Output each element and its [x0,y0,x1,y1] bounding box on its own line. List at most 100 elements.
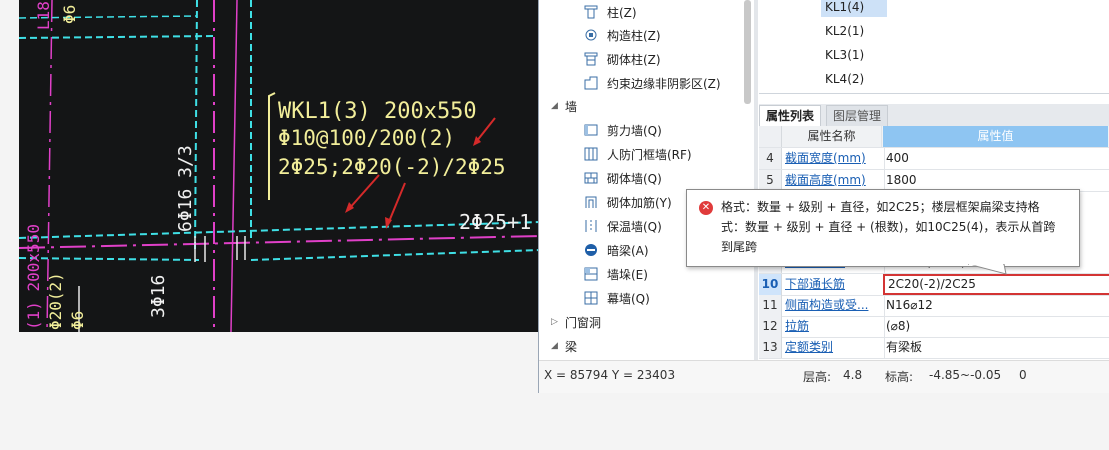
tooltip-line: 式：数量 + 级别 + 直径 + (根数)，如10C25(4)，表示从首跨 [721,220,1056,234]
panel-splitter[interactable] [754,0,758,360]
tooltip-text: 格式：数量 + 级别 + 直径，如2C25；楼层框架扁梁支持格 式：数量 + 级… [721,197,1071,257]
component-item-kl2[interactable]: KL2(1) [821,21,868,41]
bottom-rebar-input[interactable]: 2C20(-2)/2C25 [883,274,1109,295]
tree-item-label: 约束边缘非阴影区(Z) [607,76,721,91]
tree-group-door-window[interactable]: ▷ 门窗洞 [551,310,601,334]
tree-item-shear-wall[interactable]: 剪力墙(Q) [583,118,662,142]
collapse-arrow-icon[interactable]: ◢ [551,101,565,111]
property-name[interactable]: 定额类别 [782,337,885,358]
tree-group-wall[interactable]: ◢ 墙 [551,94,577,118]
side-bottom-label-2: Φ20(2) [46,272,65,330]
masonry-rebar-icon [583,194,599,210]
property-tabs: 属性列表 图层管理 [759,104,1109,127]
component-item-kl4[interactable]: KL4(2) [821,69,868,89]
table-row-selected[interactable]: 10 下部通长筋 2C20(-2)/2C25 [759,274,1109,296]
property-value[interactable]: (⌀8) [883,316,1109,337]
floor-height-value: 4.8 [843,368,863,382]
property-value[interactable]: 有梁板 [883,337,1109,358]
grid-header-name: 属性名称 [782,126,882,147]
tree-item-masonry-wall[interactable]: 砌体墙(Q) [583,166,662,190]
tree-item-wall-pier[interactable]: 墙垛(E) [583,262,648,286]
tree-item-label: 柱(Z) [607,5,637,20]
tab-properties[interactable]: 属性列表 [759,105,822,126]
tree-item-label: 砌体柱(Z) [607,52,661,67]
tree-item-column[interactable]: 柱(Z) [583,0,637,24]
hidden-beam-icon [583,242,599,258]
tree-item-hidden-beam[interactable]: 暗梁(A) [583,238,649,262]
elevation-value: -4.85~-0.05 [929,368,1002,382]
coordinate-readout: X = 85794 Y = 23403 [544,368,676,382]
tree-item-label: 剪力墙(Q) [607,123,662,138]
masonry-wall-icon [583,170,599,186]
tab-layers[interactable]: 图层管理 [826,105,889,126]
left-rebar-label: 6Φ16 3/3 [175,145,196,232]
tree-item-label: 构造柱(Z) [607,28,661,43]
tooltip-line: 格式：数量 + 级别 + 直径，如2C25；楼层框架扁梁支持格 [721,200,1040,214]
tree-item-label: 人防门框墙(RF) [607,147,692,162]
property-value[interactable]: 400 [883,148,1109,169]
curtain-wall-icon [583,290,599,306]
tree-item-label: 砌体加筋(Y) [607,195,672,210]
tree-item-masonry-column[interactable]: 砌体柱(Z) [583,47,661,71]
property-value[interactable]: N16⌀12 [883,295,1109,316]
beam-title-text: WKL1(3) 200x550 [278,99,477,124]
expand-arrow-icon[interactable]: ▷ [551,317,565,327]
component-list: KL1(4) KL2(1) KL3(1) KL4(2) [759,0,1109,94]
civil-defense-wall-icon [583,146,599,162]
status-extra-value: 0 [1019,368,1027,382]
error-icon: ✕ [699,201,713,215]
table-row[interactable]: 11 侧面构造或受... N16⌀12 [759,295,1109,317]
grid-header-num [759,126,782,147]
tree-item-label: 保温墙(Q) [607,219,662,234]
component-item-kl1[interactable]: KL1(4) [821,0,887,17]
format-error-tooltip: ✕ 格式：数量 + 级别 + 直径，如2C25；楼层框架扁梁支持格 式：数量 +… [686,189,1080,267]
row-number: 13 [759,337,782,358]
cad-drawing-photo: WKL1(3) 200x550 Φ10@100/200(2) 2Φ25;2Φ20… [19,0,540,332]
table-row[interactable]: 4 截面宽度(mm) 400 [759,148,1109,170]
insulation-wall-icon [583,218,599,234]
shear-wall-icon [583,122,599,138]
table-row[interactable]: 12 拉筋 (⌀8) [759,316,1109,338]
status-bar: X = 85794 Y = 23403 层高: 4.8 标高: -4.85~-0… [539,360,1109,393]
tree-item-construct-column[interactable]: 构造柱(Z) [583,23,661,47]
column-icon [583,4,599,20]
row-number: 11 [759,295,782,316]
floor-height-label: 层高: [803,370,832,384]
table-row[interactable]: 13 定额类别 有梁板 [759,337,1109,359]
construct-column-icon [583,27,599,43]
tree-item-label: 墙垛(E) [607,267,648,282]
tree-item-civil-defense-wall[interactable]: 人防门框墙(RF) [583,142,692,166]
tree-item-masonry-rebar[interactable]: 砌体加筋(Y) [583,190,672,214]
tree-item-curtain-wall[interactable]: 幕墙(Q) [583,286,650,310]
cad-drawing-canvas: WKL1(3) 200x550 Φ10@100/200(2) 2Φ25;2Φ20… [19,0,540,332]
tree-item-insulation-wall[interactable]: 保温墙(Q) [583,214,662,238]
property-name[interactable]: 下部通长筋 [782,274,885,295]
component-tree: 柱(Z) 构造柱(Z) 砌体柱(Z) 约束边缘非阴影区(Z) ◢ 墙 剪力墙(Q… [539,0,754,360]
side-bottom-label: (1) 200x550 [24,224,43,330]
constraint-edge-icon [583,75,599,91]
tree-group-label: 梁 [565,339,578,354]
tree-group-beam[interactable]: ◢ 梁 [551,334,577,358]
collapse-arrow-icon[interactable]: ◢ [551,341,565,351]
wall-pier-icon [583,266,599,282]
tree-group-label: 墙 [565,99,578,114]
grid-header: 属性名称 属性值 [759,126,1109,148]
tree-scrollbar[interactable] [744,0,751,104]
elevation-label: 标高: [885,370,914,384]
tree-item-constraint-edge[interactable]: 约束边缘非阴影区(Z) [583,71,721,95]
beam-stirrup-text: Φ10@100/200(2) [278,126,455,150]
tooltip-tail [968,264,1007,275]
grid-header-value: 属性值 [883,126,1108,147]
property-name[interactable]: 拉筋 [782,316,885,337]
property-value[interactable]: 1800 [883,170,1109,191]
component-item-kl3[interactable]: KL3(1) [821,45,868,65]
tree-item-label: 砌体墙(Q) [607,171,662,186]
property-name[interactable]: 截面宽度(mm) [782,148,885,169]
row-number: 4 [759,148,782,169]
tree-group-label: 门窗洞 [565,315,602,330]
property-name[interactable]: 侧面构造或受... [782,295,885,316]
row-number: 10 [759,274,782,295]
row-number: 5 [759,170,782,191]
property-name[interactable]: 截面高度(mm) [782,170,885,191]
masonry-column-icon [583,51,599,67]
